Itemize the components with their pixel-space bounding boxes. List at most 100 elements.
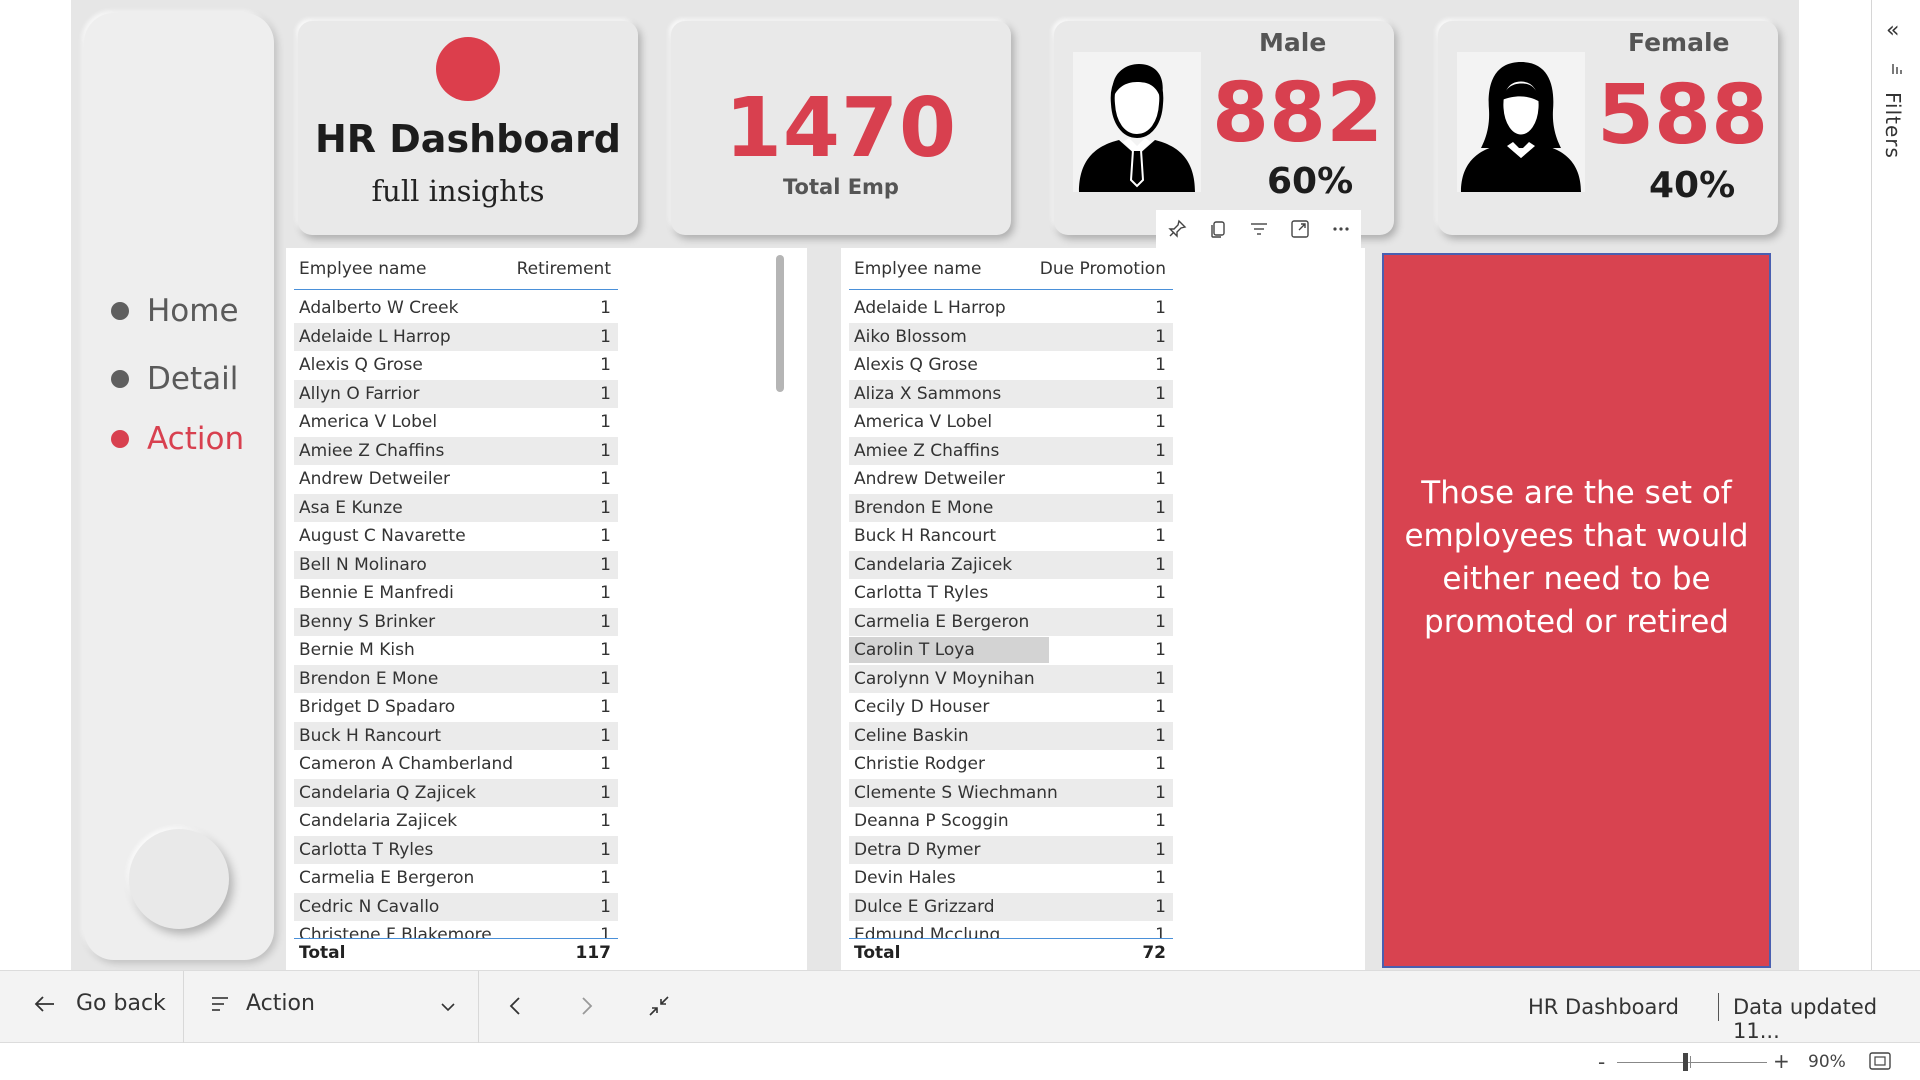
table-row[interactable]: Amiee Z Chaffins 1	[849, 436, 1173, 465]
total-employees-value: 1470	[724, 81, 958, 176]
table-row[interactable]: Devin Hales 1	[849, 864, 1173, 893]
nav-item-home[interactable]: Home	[111, 293, 239, 329]
table-row[interactable]: Carmelia E Bergeron 1	[294, 864, 618, 893]
employee-name-cell: Alexis Q Grose	[299, 355, 423, 376]
divider	[478, 971, 479, 1044]
table-row[interactable]: Candelaria Zajicek 1	[849, 550, 1173, 579]
page-list-icon	[212, 996, 228, 1011]
nav-button[interactable]	[129, 829, 229, 929]
table-row[interactable]: Bridget D Spadaro 1	[294, 693, 618, 722]
table-row[interactable]: Candelaria Q Zajicek 1	[294, 778, 618, 807]
nav-item-detail[interactable]: Detail	[111, 361, 238, 397]
table-row[interactable]: Carlotta T Ryles 1	[849, 579, 1173, 608]
table-row[interactable]: Alexis Q Grose 1	[294, 351, 618, 380]
filters-pane[interactable]: « Filters	[1871, 0, 1920, 1043]
table-row[interactable]: Edmund Mcclung 1	[849, 921, 1173, 938]
table-row[interactable]: Andrew Detweiler 1	[849, 465, 1173, 494]
column-header-employee-name[interactable]: Emplyee name	[299, 259, 426, 279]
table-row[interactable]: Amiee Z Chaffins 1	[294, 436, 618, 465]
table-row[interactable]: Dulce E Grizzard 1	[849, 892, 1173, 921]
table-row[interactable]: Carolynn V Moynihan 1	[849, 664, 1173, 693]
table-row[interactable]: Buck H Rancourt 1	[294, 721, 618, 750]
column-header-retirement[interactable]: Retirement	[517, 259, 611, 279]
filter-icon[interactable]	[1238, 210, 1279, 248]
male-card[interactable]: Male 882 60%	[1054, 21, 1394, 235]
zoom-in-button[interactable]: +	[1773, 1049, 1790, 1073]
page-selector-dropdown[interactable]: Action	[210, 991, 460, 1016]
table-row[interactable]: Andrew Detweiler 1	[294, 465, 618, 494]
exit-full-screen-button[interactable]	[648, 995, 670, 1021]
go-back-button[interactable]: Go back	[34, 991, 166, 1016]
table-row[interactable]: Aiko Blossom 1	[849, 322, 1173, 351]
bottom-navigation-bar: Go back Action HR Dashboard Data updated…	[0, 970, 1920, 1044]
table-row[interactable]: August C Navarette 1	[294, 522, 618, 551]
table-row[interactable]: Cedric N Cavallo 1	[294, 892, 618, 921]
table-row[interactable]: Allyn O Farrior 1	[294, 379, 618, 408]
focus-mode-icon[interactable]	[1279, 210, 1320, 248]
next-page-button[interactable]	[580, 995, 594, 1021]
column-header-employee-name[interactable]: Emplyee name	[854, 259, 981, 279]
table-row[interactable]: Adelaide L Harrop 1	[294, 322, 618, 351]
data-updated-status[interactable]: Data updated 11...	[1733, 995, 1920, 1043]
table-row[interactable]: Carolin T Loya 1	[849, 636, 1173, 665]
zoom-slider-track[interactable]	[1617, 1062, 1767, 1063]
total-employees-card[interactable]: 1470 Total Emp	[671, 21, 1011, 235]
zoom-level[interactable]: 90%	[1808, 1052, 1846, 1072]
table-row[interactable]: Detra D Rymer 1	[849, 835, 1173, 864]
current-page-label: Action	[246, 991, 315, 1016]
table-row[interactable]: Asa E Kunze 1	[294, 493, 618, 522]
pin-icon[interactable]	[1156, 210, 1197, 248]
chevron-down-icon[interactable]	[440, 997, 456, 1016]
table-row[interactable]: Benny S Brinker 1	[294, 607, 618, 636]
table-row[interactable]: Brendon E Mone 1	[849, 493, 1173, 522]
table-row[interactable]: Bell N Molinaro 1	[294, 550, 618, 579]
dashboard-subtitle: full insights	[371, 174, 545, 208]
table-row[interactable]: Celine Baskin 1	[849, 721, 1173, 750]
zoom-out-button[interactable]: -	[1598, 1050, 1605, 1074]
table-row[interactable]: Bernie M Kish 1	[294, 636, 618, 665]
employee-name-cell: Carlotta T Ryles	[299, 839, 434, 860]
nav-item-action[interactable]: Action	[111, 421, 244, 457]
zoom-slider-thumb[interactable]	[1683, 1053, 1688, 1071]
table-row[interactable]: Christene F Blakemore 1	[294, 921, 618, 938]
promotion-table-visual[interactable]: Emplyee name Due Promotion Adelaide L Ha…	[841, 248, 1417, 970]
employee-name-cell: Andrew Detweiler	[854, 469, 1006, 490]
value-cell: 1	[1155, 326, 1166, 347]
table-row[interactable]: Cameron A Chamberland 1	[294, 750, 618, 779]
value-cell: 1	[1155, 668, 1166, 689]
table-row[interactable]: Adelaide L Harrop 1	[849, 294, 1173, 323]
value-cell: 1	[1155, 839, 1166, 860]
table-row[interactable]: Deanna P Scoggin 1	[849, 807, 1173, 836]
previous-page-button[interactable]	[508, 995, 522, 1021]
fit-to-page-icon[interactable]	[1869, 1052, 1891, 1074]
table-row[interactable]: America V Lobel 1	[849, 408, 1173, 437]
nav-dot	[111, 370, 129, 388]
retirement-table-visual[interactable]: Emplyee name Retirement Adalberto W Cree…	[286, 248, 807, 970]
column-header-due-promotion[interactable]: Due Promotion	[1040, 259, 1166, 279]
female-card[interactable]: Female 588 40%	[1438, 21, 1778, 235]
table-row[interactable]: Carmelia E Bergeron 1	[849, 607, 1173, 636]
table-total-row: Total 72	[849, 939, 1173, 967]
table-row[interactable]: Alexis Q Grose 1	[849, 351, 1173, 380]
table-row[interactable]: Carlotta T Ryles 1	[294, 835, 618, 864]
table-row[interactable]: Adalberto W Creek 1	[294, 294, 618, 323]
employee-name-cell: America V Lobel	[854, 412, 993, 433]
table-row[interactable]: Brendon E Mone 1	[294, 664, 618, 693]
employee-name-cell: Cecily D Houser	[854, 697, 990, 718]
table-row[interactable]: Cecily D Houser 1	[849, 693, 1173, 722]
more-options-icon[interactable]	[1320, 210, 1361, 248]
filters-label[interactable]: Filters	[1881, 92, 1905, 159]
table-row[interactable]: Christie Rodger 1	[849, 750, 1173, 779]
value-cell: 1	[1155, 412, 1166, 433]
table-row[interactable]: Aliza X Sammons 1	[849, 379, 1173, 408]
table-row[interactable]: Bennie E Manfredi 1	[294, 579, 618, 608]
chevron-double-left-icon[interactable]: «	[1886, 18, 1899, 43]
table-row[interactable]: America V Lobel 1	[294, 408, 618, 437]
table-row[interactable]: Candelaria Zajicek 1	[294, 807, 618, 836]
vertical-scrollbar[interactable]	[776, 255, 784, 392]
table-row[interactable]: Clemente S Wiechmann 1	[849, 778, 1173, 807]
copy-icon[interactable]	[1197, 210, 1238, 248]
employee-name-cell: Carolynn V Moynihan	[854, 668, 1035, 689]
employee-name-cell: Amiee Z Chaffins	[299, 440, 445, 461]
table-row[interactable]: Buck H Rancourt 1	[849, 522, 1173, 551]
